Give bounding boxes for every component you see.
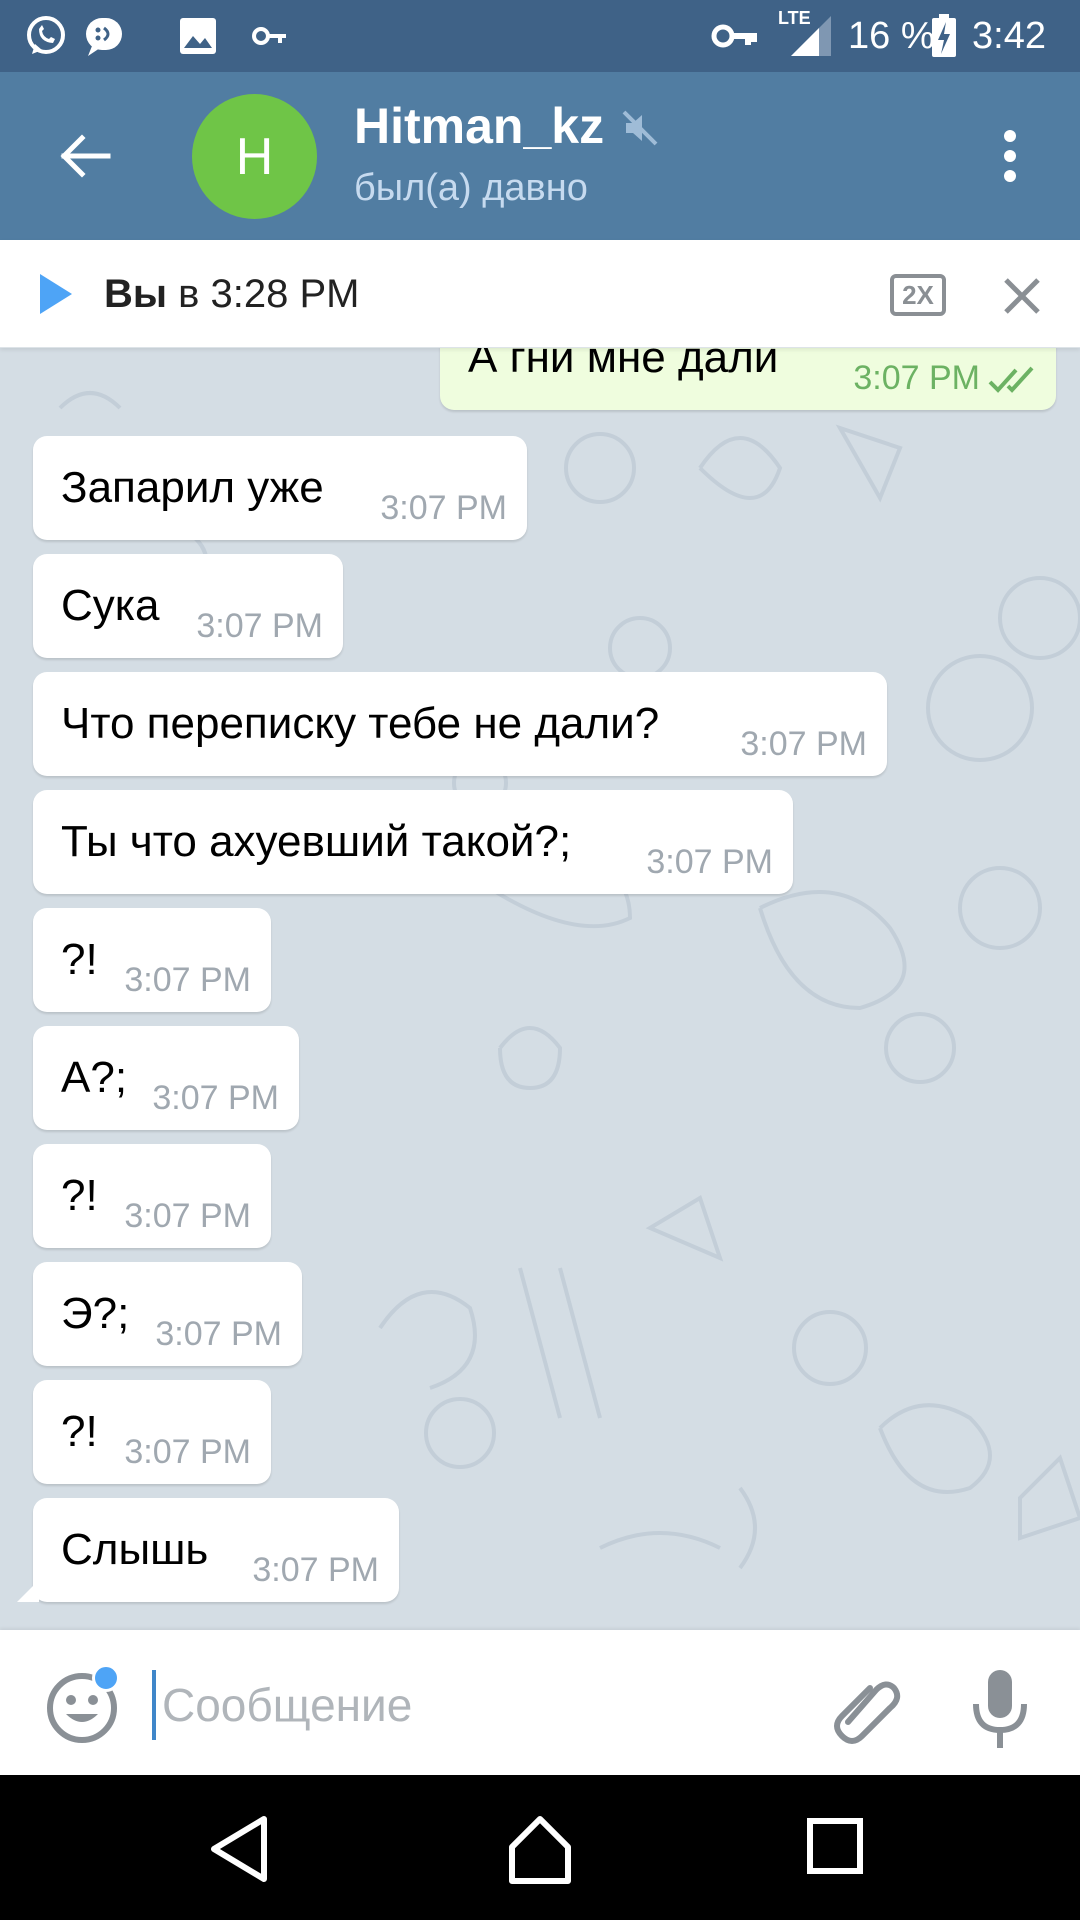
incoming-message[interactable]: Запарил уже 3:07 PM — [33, 436, 527, 540]
message-text: Э?; — [61, 1289, 130, 1338]
message-list[interactable]: А гни мне дали 3:07 PM Запарил уже 3:07 PM С… — [0, 348, 1080, 1630]
close-player-button[interactable] — [1000, 274, 1044, 318]
message-time: 3:07 PM — [155, 1315, 282, 1353]
avatar[interactable]: H — [192, 94, 317, 219]
key-icon — [250, 14, 290, 58]
status-bar: LTE 16 % 3:42 — [0, 0, 1080, 72]
attach-button[interactable] — [828, 1670, 904, 1746]
player-time: в 3:28 PM — [167, 272, 360, 316]
microphone-icon — [973, 1670, 1027, 1748]
message-time: 3:07 PM — [196, 607, 323, 645]
incoming-message[interactable]: ?! 3:07 PM — [33, 1144, 271, 1248]
message-time: 3:07 PM — [124, 961, 251, 999]
muted-icon — [620, 108, 660, 148]
audio-player-bar[interactable]: Вы в 3:28 PM 2X — [0, 240, 1080, 348]
message-text: ?! — [61, 1407, 98, 1456]
incoming-message[interactable]: Э?; 3:07 PM — [33, 1262, 302, 1366]
message-time: 3:07 PM — [380, 489, 507, 527]
back-button[interactable] — [44, 114, 128, 198]
signal-icon — [786, 14, 836, 58]
microphone-button[interactable] — [968, 1666, 1032, 1750]
vpn-key-icon — [710, 14, 760, 58]
arrow-back-icon — [60, 134, 111, 178]
message-time: 3:07 PM — [853, 359, 980, 397]
chat-title[interactable]: Hitman_kz — [354, 96, 604, 156]
recents-icon — [807, 1818, 863, 1874]
message-text: Сука — [61, 581, 160, 630]
incoming-message[interactable]: Сука 3:07 PM — [33, 554, 343, 658]
message-time: 3:07 PM — [740, 725, 867, 763]
incoming-message[interactable]: ?! 3:07 PM — [33, 908, 271, 1012]
battery-icon — [930, 14, 958, 58]
message-text: А?; — [61, 1053, 128, 1102]
message-time: 3:07 PM — [252, 1551, 379, 1589]
playback-speed-button[interactable]: 2X — [890, 274, 946, 316]
incoming-message[interactable]: Что переписку тебе не дали? 3:07 PM — [33, 672, 887, 776]
notification-dot — [92, 1664, 120, 1692]
message-text: А гни мне дали — [468, 348, 779, 382]
incoming-message[interactable]: ?! 3:07 PM — [33, 1380, 271, 1484]
message-composer — [0, 1630, 1080, 1775]
system-navigation-bar — [0, 1775, 1080, 1920]
close-icon — [1004, 278, 1040, 314]
player-sender: Вы — [104, 272, 168, 316]
triangle-back-icon — [211, 1816, 267, 1882]
image-icon — [176, 14, 220, 58]
home-icon — [509, 1816, 571, 1884]
nav-recents-button[interactable] — [800, 1811, 876, 1887]
chat-icon — [82, 14, 126, 58]
message-time: 3:07 PM — [124, 1197, 251, 1235]
message-time: 3:07 PM — [646, 843, 773, 881]
player-title: Вы в 3:28 PM — [104, 268, 360, 320]
nav-back-button[interactable] — [204, 1811, 280, 1887]
incoming-message[interactable]: Слышь 3:07 PM — [17, 1498, 399, 1602]
outgoing-message[interactable]: А гни мне дали 3:07 PM — [440, 348, 1056, 410]
message-text: ?! — [61, 935, 98, 984]
double-check-icon — [988, 366, 1034, 393]
incoming-message[interactable]: Ты что ахуевший такой?; 3:07 PM — [33, 790, 793, 894]
paperclip-icon — [834, 1681, 901, 1744]
whatsapp-icon — [24, 14, 68, 58]
message-text: Что переписку тебе не дали? — [61, 699, 660, 748]
nav-home-button[interactable] — [502, 1811, 578, 1887]
message-time: 3:07 PM — [152, 1079, 279, 1117]
play-icon[interactable] — [32, 270, 80, 318]
battery-percent: 16 % — [848, 15, 935, 57]
message-time: 3:07 PM — [124, 1433, 251, 1471]
incoming-message[interactable]: А?; 3:07 PM — [33, 1026, 299, 1130]
last-seen-status: был(а) давно — [354, 167, 588, 209]
message-input[interactable] — [152, 1670, 792, 1740]
more-options-button[interactable] — [980, 120, 1040, 192]
chat-header: H Hitman_kz был(а) давно — [0, 72, 1080, 240]
message-text: Ты что ахуевший такой?; — [61, 817, 572, 866]
message-text: Запарил уже — [61, 463, 324, 512]
avatar-letter: H — [235, 127, 274, 186]
message-text: Слышь — [61, 1525, 209, 1574]
clock: 3:42 — [972, 15, 1046, 57]
message-text: ?! — [61, 1171, 98, 1220]
